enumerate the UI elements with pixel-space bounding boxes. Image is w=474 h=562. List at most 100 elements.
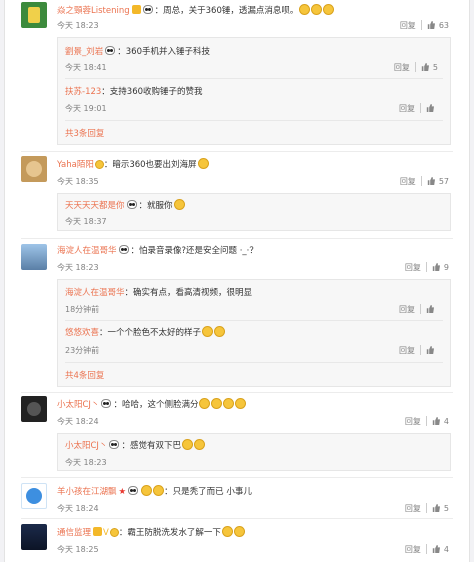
reply-button[interactable]: 回复 [400,177,416,186]
comment-text: ：霸王防脱洗发水了解一下 [118,528,221,538]
timestamp: 今天 18:25 [57,545,99,554]
emoji-icon [299,4,311,15]
emoji-icon [197,158,209,169]
comment-row: 小太阳CJ丶 ：哈哈，这个侧脸满分 [57,398,449,410]
reply-actions: 回复 [399,304,438,315]
like-icon[interactable] [432,504,440,512]
comment-actions: 回复 5 [405,503,449,514]
reply-text: ：支持360收购锤子的赞我 [101,87,203,97]
like-count: 57 [438,177,449,186]
timestamp: 今天 18:24 [57,504,99,513]
reply-box: 海淀人在温哥华：确实有点，看高清视频，很明显 18分钟前 回复 悠悠欢喜：一个个… [57,279,451,387]
reply-button[interactable]: 回复 [405,545,421,554]
timestamp: 今天 19:01 [65,104,107,113]
panda-icon [101,399,112,408]
user-name[interactable]: 海淀人在温哥华 [65,288,125,298]
more-replies-link[interactable]: 共3条回复 [65,127,104,139]
panda-icon [126,200,137,209]
timestamp: 今天 18:35 [57,177,99,186]
reply-button[interactable]: 回复 [405,417,421,426]
comment-actions: 回复 4 [405,544,449,555]
user-name[interactable]: 羊小孩在江湖飘 [57,487,117,497]
user-name[interactable]: 天天天天都是你 [65,201,125,211]
vip-badge-icon [93,527,103,536]
emoji-icon [323,4,335,15]
reply-button[interactable]: 回复 [405,263,421,272]
like-icon[interactable] [432,263,440,271]
reply-button[interactable]: 回复 [399,346,415,355]
emoji-icon [311,4,323,15]
vip-badge-icon [131,5,141,14]
reply-button[interactable]: 回复 [405,504,421,513]
avatar[interactable] [21,396,47,422]
like-icon[interactable] [426,346,434,354]
user-name[interactable]: 小太阳CJ丶 [57,400,99,410]
like-icon[interactable] [427,21,435,29]
comment-row: Yaha陌阳 ：暗示360也要出刘海屏 [57,158,449,170]
timestamp: 今天 18:24 [57,417,99,426]
reply-button[interactable]: 回复 [394,63,410,72]
reply-text: ：一个个脸色不太好的样子 [99,328,202,338]
comment-row: 海淀人在温哥华 ：怕录音录像?还是安全问题 ·_·？ [57,244,449,256]
user-name[interactable]: 悠悠欢喜 [65,328,99,338]
user-name[interactable]: Yaha陌阳 [57,160,94,170]
user-name[interactable]: 通信监理 [57,528,91,538]
user-name[interactable]: 劉景_刘岩 [65,47,103,57]
user-name[interactable]: 焱之頸蓉Listening [57,6,130,16]
panda-icon [142,5,153,14]
like-icon[interactable] [421,63,429,71]
v-icon: V [103,528,109,538]
reply-row: 劉景_刘岩 ：360手机并入锤子科技 [65,45,444,57]
like-icon[interactable] [432,545,440,553]
emoji-icon [223,398,235,409]
star-icon: ★ [118,487,127,497]
reply-button[interactable]: 回复 [399,305,415,314]
avatar[interactable] [21,244,47,270]
timestamp: 今天 18:41 [65,63,107,72]
avatar[interactable] [21,2,47,28]
comment-row: 通信监理 V ：霸王防脱洗发水了解一下 [57,526,449,538]
reply-row: 海淀人在温哥华：确实有点，看高清视频，很明显 [65,286,444,298]
comment-row: 焱之頸蓉Listening ：周总，关于360锤，透漏点消息呗。 [57,4,449,16]
timestamp: 18分钟前 [65,305,100,314]
like-count: 63 [438,21,449,30]
like-icon[interactable] [426,104,434,112]
timestamp: 23分钟前 [65,346,100,355]
more-replies-link[interactable]: 共4条回复 [65,369,104,381]
panda-icon [109,440,120,449]
like-count: 4 [443,417,449,426]
comment-actions: 回复 4 [405,416,449,427]
comment-text: ：怕录音录像?还是安全问题 ·_·？ [130,246,258,256]
timestamp: 今天 18:23 [57,263,99,272]
emoji-icon [109,528,119,537]
comment-actions: 回复 9 [405,262,449,273]
emoji-icon [193,439,205,450]
panda-icon [118,245,129,254]
comment-text: ：只是秃了而已 小事儿 [164,487,252,497]
like-icon[interactable] [432,417,440,425]
avatar[interactable] [21,483,47,509]
avatar[interactable] [21,156,47,182]
timestamp: 今天 18:23 [57,21,99,30]
panda-icon [105,46,116,55]
like-icon[interactable] [426,305,434,313]
emoji-icon [199,398,211,409]
emoji-icon [235,398,247,409]
like-count: 4 [443,545,449,554]
emoji-icon [181,439,193,450]
comment-row: 羊小孩在江湖飘 ★ ：只是秃了而已 小事儿 [57,485,449,497]
timestamp: 今天 18:23 [65,458,107,467]
user-name[interactable]: 小太阳CJ丶 [65,441,107,451]
reply-button[interactable]: 回复 [399,104,415,113]
like-icon[interactable] [427,177,435,185]
emoji-icon [173,199,185,210]
emoji-icon [233,526,245,537]
avatar[interactable] [21,524,47,550]
reply-box: 小太阳CJ丶 ：感觉有双下巴 今天 18:23 [57,433,451,471]
user-name[interactable]: 海淀人在温哥华 [57,246,117,256]
reply-box: 天天天天都是你 ：就服你 今天 18:37 [57,193,451,231]
emoji-icon [153,485,165,496]
reply-button[interactable]: 回复 [400,21,416,30]
user-name[interactable]: 扶苏-123 [65,87,101,97]
comment-text: ：暗示360也要出刘海屏 [103,160,197,170]
